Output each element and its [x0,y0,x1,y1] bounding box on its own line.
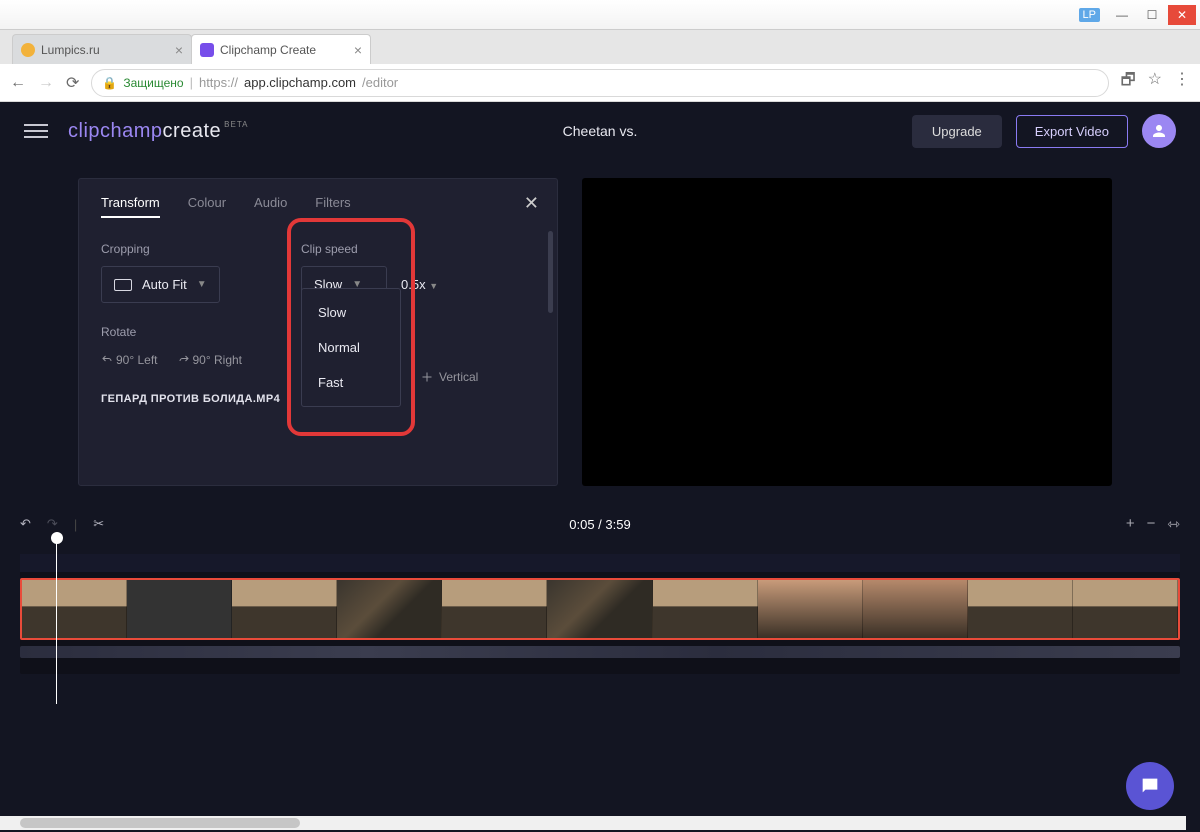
chat-icon [1139,775,1161,797]
window-maximize-button[interactable]: ☐ [1138,5,1166,25]
panel-tabs: Transform Colour Audio Filters [101,195,535,218]
menu-icon[interactable]: ⋮ [1174,69,1190,96]
speed-option-fast[interactable]: Fast [302,365,400,400]
clip-thumbnail[interactable] [232,580,337,638]
app-header: clipchampcreateBETA Cheetan vs. Upgrade … [0,102,1200,160]
tab-label: Clipchamp Create [220,43,316,57]
clip-thumbnail[interactable] [442,580,547,638]
clip-thumbnail[interactable] [758,580,863,638]
url-path: /editor [362,75,398,90]
rotate-left-button[interactable]: 90° Left [101,353,158,367]
app-logo: clipchampcreateBETA [68,120,248,143]
tab-audio[interactable]: Audio [254,195,287,218]
app-root: clipchampcreateBETA Cheetan vs. Upgrade … [0,102,1200,832]
tab-label: Lumpics.ru [41,43,100,57]
browser-tab-active[interactable]: Clipchamp Create × [191,34,371,64]
speed-option-normal[interactable]: Normal [302,330,400,365]
zoom-out-button[interactable]: − [1147,515,1156,533]
playhead-line [56,538,57,704]
back-icon[interactable]: ← [10,74,26,92]
favicon-icon [200,43,214,57]
hamburger-icon[interactable] [24,124,48,138]
clip-thumbnail[interactable] [653,580,758,638]
panel-scrollbar[interactable] [548,231,553,313]
audio-track[interactable] [20,646,1180,658]
cropping-select[interactable]: Auto Fit ▼ [101,266,220,303]
time-display: 0:05 / 3:59 [569,517,630,532]
chat-button[interactable] [1126,762,1174,810]
chevron-down-icon: ▼ [197,279,207,290]
browser-tab[interactable]: Lumpics.ru × [12,34,192,64]
speed-multiplier[interactable]: 0.5x ▼ [401,277,438,292]
tab-colour[interactable]: Colour [188,195,226,218]
flip-vertical-button[interactable]: Vertical [421,370,478,384]
video-preview[interactable] [582,178,1112,486]
clip-thumbnail[interactable] [863,580,968,638]
close-icon[interactable]: × [354,42,362,58]
url-domain: app.clipchamp.com [244,75,356,90]
clip-thumbnail[interactable] [547,580,652,638]
cropping-value: Auto Fit [142,277,187,292]
clip-thumbnail[interactable] [127,580,232,638]
upgrade-button[interactable]: Upgrade [912,115,1002,148]
window-user-tag: LP [1079,8,1100,22]
horizontal-scrollbar[interactable] [0,816,1186,830]
tab-filters[interactable]: Filters [315,195,350,218]
clip-thumbnail[interactable] [337,580,442,638]
flip-vertical-icon [421,371,433,383]
browser-chrome: Lumpics.ru × Clipchamp Create × ← → ⟳ 🔒 … [0,30,1200,102]
close-panel-button[interactable]: ✕ [524,193,539,214]
project-title[interactable]: Cheetan vs. [563,123,638,139]
undo-button[interactable]: ↶ [20,516,31,532]
url-scheme: https:// [199,75,238,90]
clip-filename: ГЕПАРД ПРОТИВ БОЛИДА.MP4 [101,393,301,405]
address-bar[interactable]: 🔒 Защищено | https://app.clipchamp.com/e… [91,69,1108,97]
window-titlebar: LP — ☐ ✕ [0,0,1200,30]
tab-transform[interactable]: Transform [101,195,160,218]
translate-icon[interactable]: 🗗 [1121,69,1136,96]
split-button[interactable]: ✂ [93,516,104,532]
clip-track[interactable] [20,578,1180,640]
timeline-toolbar: ↶ ↷ | ✂ 0:05 / 3:59 + − ⇿ [0,504,1200,544]
clip-thumbnail[interactable] [968,580,1073,638]
close-icon[interactable]: × [175,42,183,58]
clip-thumbnail[interactable] [22,580,127,638]
window-minimize-button[interactable]: — [1108,5,1136,25]
timeline[interactable] [20,554,1180,674]
clip-speed-dropdown: Slow Normal Fast [301,288,401,407]
lock-icon: 🔒 [102,76,117,90]
window-close-button[interactable]: ✕ [1168,5,1196,25]
cropping-label: Cropping [101,242,301,256]
bookmark-icon[interactable]: ☆ [1148,69,1162,96]
rotate-label: Rotate [101,325,301,339]
rotate-right-button[interactable]: 90° Right [178,353,243,367]
clip-speed-label: Clip speed [301,242,438,256]
fit-icon [114,279,132,291]
avatar[interactable] [1142,114,1176,148]
transform-panel: ✕ Transform Colour Audio Filters Croppin… [78,178,558,486]
reload-icon[interactable]: ⟳ [66,73,79,93]
user-icon [1150,122,1168,140]
forward-icon[interactable]: → [38,74,54,92]
zoom-fit-button[interactable]: ⇿ [1167,515,1180,533]
redo-button[interactable]: ↷ [47,516,58,532]
zoom-in-button[interactable]: + [1126,515,1135,533]
secure-label: Защищено [123,76,183,90]
clip-thumbnail[interactable] [1073,580,1178,638]
speed-option-slow[interactable]: Slow [302,295,400,330]
export-video-button[interactable]: Export Video [1016,115,1128,148]
favicon-icon [21,43,35,57]
timeline-ruler[interactable] [20,554,1180,572]
